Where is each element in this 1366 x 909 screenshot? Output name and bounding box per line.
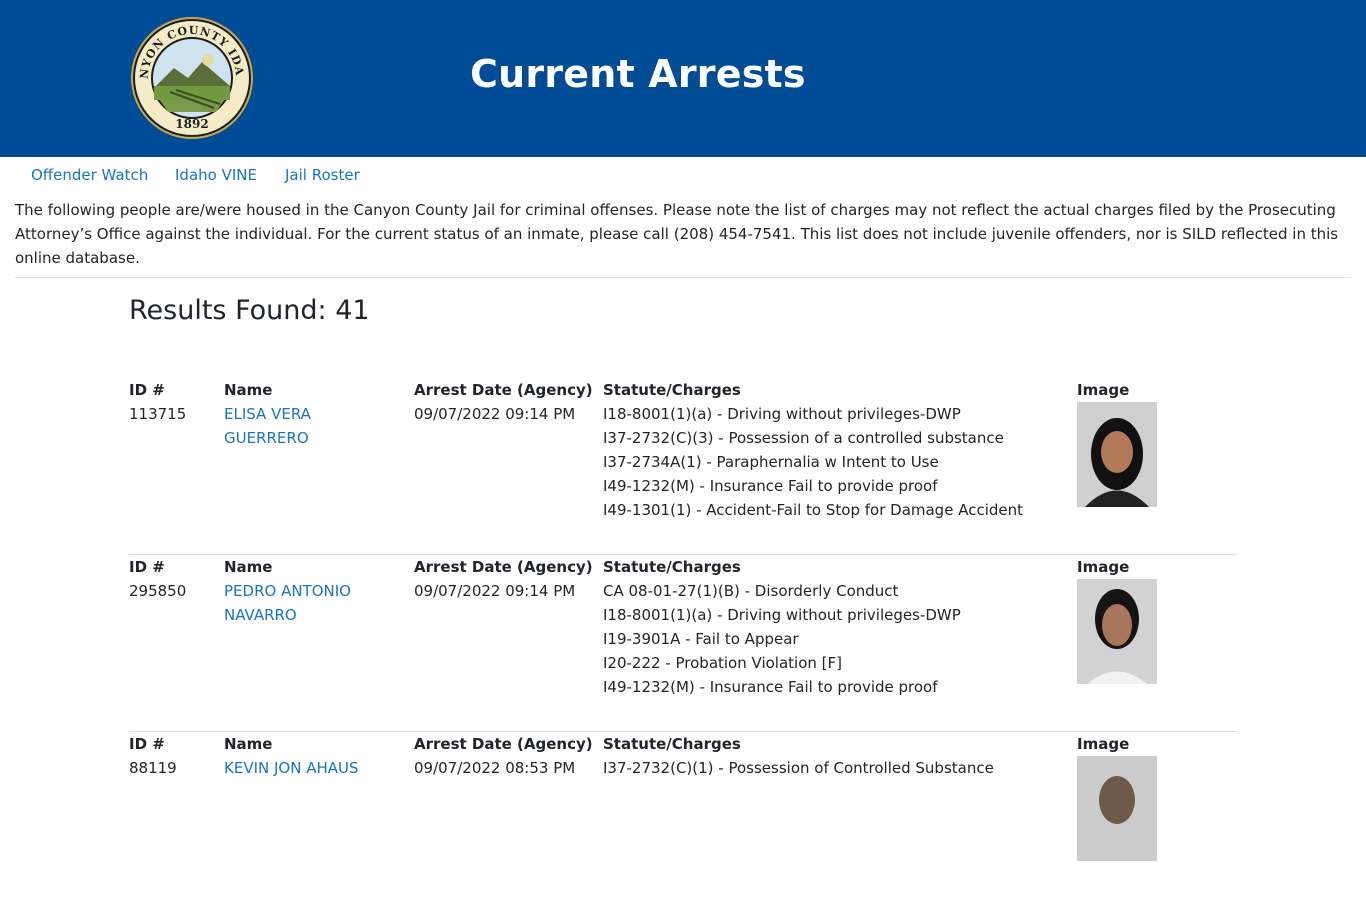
charges-column: Statute/Charges I37-2732(C)(1) - Possess… [603,732,1063,780]
arrest-record: ID # 113715 Name ELISA VERA GUERRERO Arr… [129,378,1237,555]
mugshot-image[interactable] [1077,579,1157,684]
image-header: Image [1077,558,1130,576]
inmate-name-link[interactable]: ELISA VERA GUERRERO [224,402,404,450]
id-header: ID # [129,558,165,576]
image-header: Image [1077,735,1130,753]
arrest-date: 09/07/2022 09:14 PM [414,582,576,600]
inmate-id: 88119 [129,759,177,777]
name-column: Name PEDRO ANTONIO NAVARRO [224,555,404,627]
page-title: Current Arrests [470,52,806,96]
charges-header: Statute/Charges [603,558,741,576]
charge-item: I49-1232(M) - Insurance Fail to provide … [603,678,938,696]
page-header: CANYON COUNTY IDAHO 1892 Current Arrests [0,0,1366,157]
inmate-id: 113715 [129,405,187,423]
inmate-name-link[interactable]: PEDRO ANTONIO NAVARRO [224,579,404,627]
image-column: Image [1077,378,1159,507]
intro-paragraph: The following people are/were housed in … [15,201,1339,267]
image-column: Image [1077,555,1159,684]
arrest-date-header: Arrest Date (Agency) [414,381,593,399]
charges-header: Statute/Charges [603,735,741,753]
divider [15,277,1351,278]
charges-column: Statute/Charges I18-8001(1)(a) - Driving… [603,378,1063,522]
charges-column: Statute/Charges CA 08-01-27(1)(B) - Diso… [603,555,1063,699]
name-header: Name [224,381,273,399]
image-column: Image [1077,732,1159,861]
charge-item: I18-8001(1)(a) - Driving without privile… [603,405,961,423]
charge-item: I37-2732(C)(3) - Possession of a control… [603,429,1004,447]
charge-item: I37-2732(C)(1) - Possession of Controlle… [603,759,994,777]
name-header: Name [224,735,273,753]
id-header: ID # [129,381,165,399]
id-column: ID # 88119 [129,732,219,780]
nav-link-offender-watch[interactable]: Offender Watch [31,166,148,184]
name-column: Name KEVIN JON AHAUS [224,732,404,780]
nav-link-jail-roster[interactable]: Jail Roster [285,166,360,184]
name-column: Name ELISA VERA GUERRERO [224,378,404,450]
charges-header: Statute/Charges [603,381,741,399]
nav-link-idaho-vine[interactable]: Idaho VINE [175,166,257,184]
inmate-id: 295850 [129,582,187,600]
arrest-date-header: Arrest Date (Agency) [414,735,593,753]
results-count: Results Found: 41 [129,295,370,326]
id-header: ID # [129,735,165,753]
inmate-name-link[interactable]: KEVIN JON AHAUS [224,756,404,780]
name-header: Name [224,558,273,576]
charge-item: I49-1301(1) - Accident-Fail to Stop for … [603,501,1023,519]
arrest-date: 09/07/2022 08:53 PM [414,759,576,777]
charge-item: I49-1232(M) - Insurance Fail to provide … [603,477,938,495]
charge-item: CA 08-01-27(1)(B) - Disorderly Conduct [603,582,899,600]
id-column: ID # 113715 [129,378,219,426]
image-header: Image [1077,381,1130,399]
arrest-record: ID # 295850 Name PEDRO ANTONIO NAVARRO A… [129,555,1237,732]
charge-item: I18-8001(1)(a) - Driving without privile… [603,606,961,624]
arrest-date-column: Arrest Date (Agency) 09/07/2022 08:53 PM [414,732,594,780]
mugshot-image[interactable] [1077,402,1157,507]
mugshot-image[interactable] [1077,756,1157,861]
charge-item: I20-222 - Probation Violation [F] [603,654,842,672]
id-column: ID # 295850 [129,555,219,603]
charge-item: I19-3901A - Fail to Appear [603,630,799,648]
arrest-date-header: Arrest Date (Agency) [414,558,593,576]
canyon-county-seal-logo: CANYON COUNTY IDAHO 1892 [130,16,253,139]
charge-item: I37-2734A(1) - Paraphernalia w Intent to… [603,453,939,471]
svg-text:1892: 1892 [175,117,208,131]
arrest-date: 09/07/2022 09:14 PM [414,405,576,423]
arrest-date-column: Arrest Date (Agency) 09/07/2022 09:14 PM [414,378,594,426]
arrest-record: ID # 88119 Name KEVIN JON AHAUS Arrest D… [129,732,1237,909]
arrest-date-column: Arrest Date (Agency) 09/07/2022 09:14 PM [414,555,594,603]
